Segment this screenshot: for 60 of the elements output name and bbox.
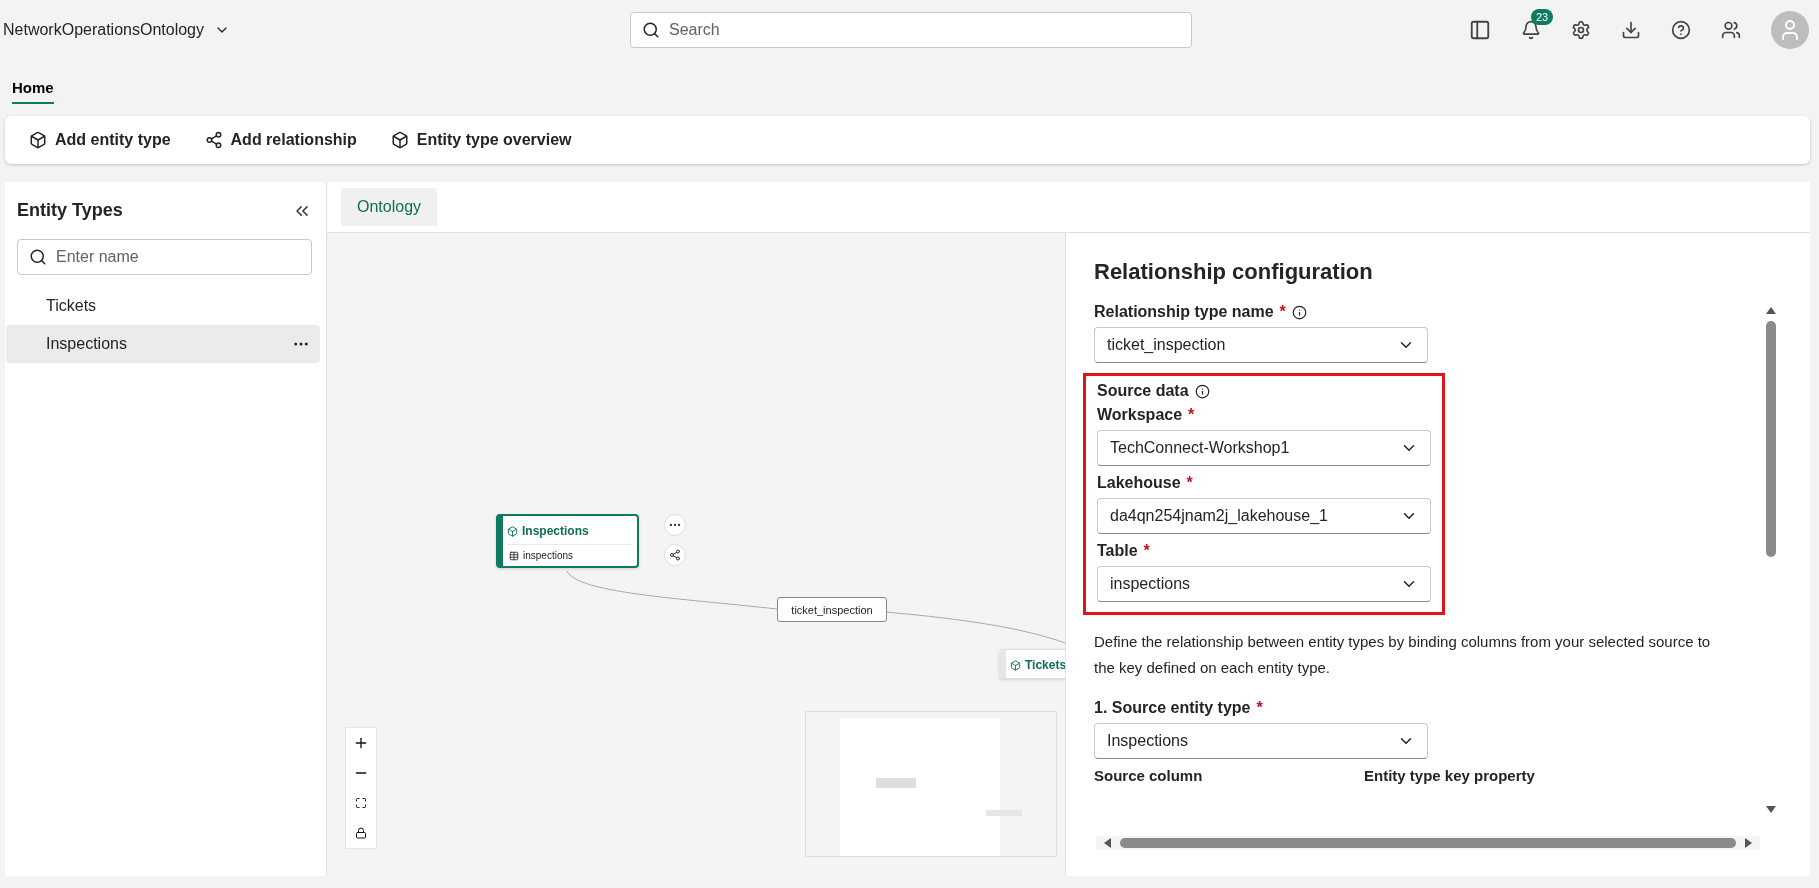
source-dropdown[interactable]: da4qn254jnam2j_lakehouse_1 <box>1097 498 1431 534</box>
source-dropdown[interactable]: TechConnect-Workshop1 <box>1097 430 1431 466</box>
scroll-right-icon[interactable] <box>1744 838 1754 848</box>
entity-dropdown[interactable]: Inspections <box>1094 723 1428 759</box>
relationship-dropdown[interactable]: ticket_inspection <box>1094 327 1428 363</box>
description-text: Define the relationship between entity types by binding columns from your selected source to the key defined on each entity type. <box>1094 632 1712 678</box>
section-label: Source data <box>1097 382 1189 400</box>
download-icon[interactable] <box>1621 20 1641 40</box>
panel-title: Relationship configuration <box>1094 259 1374 285</box>
search-field[interactable]: Search <box>630 12 1192 48</box>
required-mark: * <box>1279 303 1286 321</box>
ribbon-tab[interactable]: Home <box>12 72 54 104</box>
search-icon <box>642 21 660 39</box>
bell-icon[interactable] <box>1521 20 1541 40</box>
help-icon[interactable] <box>1671 20 1691 40</box>
notification-badge: 23 <box>1531 9 1554 25</box>
toolbar-button[interactable]: Add entity type <box>29 127 171 153</box>
search-field[interactable]: Enter name <box>17 239 312 275</box>
horizontal-scrollbar[interactable] <box>1096 836 1760 850</box>
table-icon <box>509 550 519 561</box>
entity-node[interactable]: Inspections inspections <box>496 514 639 568</box>
search-icon <box>29 248 47 266</box>
source-dropdown[interactable]: inspections <box>1097 566 1431 602</box>
required-mark: * <box>1188 406 1195 424</box>
field-label: 1. Source entity type <box>1094 699 1251 717</box>
cube-icon <box>1010 659 1021 671</box>
required-mark: * <box>1186 474 1193 492</box>
field-label: Workspace <box>1097 406 1183 424</box>
more-button[interactable] <box>664 514 686 536</box>
field-label: Table <box>1097 542 1138 560</box>
cube-icon <box>29 131 47 149</box>
graph-icon <box>204 131 223 149</box>
sidebar-item[interactable]: Inspections <box>6 325 320 363</box>
panel-icon[interactable] <box>1469 19 1491 41</box>
canvas-tab[interactable]: Ontology <box>341 188 438 226</box>
info-icon[interactable] <box>1291 304 1307 320</box>
vertical-scrollbar[interactable] <box>1764 305 1778 815</box>
field-label: Relationship type name <box>1094 303 1274 321</box>
column-header: Source column <box>1094 767 1204 784</box>
toolbar-button[interactable]: Add relationship <box>204 127 357 153</box>
cube-icon <box>507 525 518 537</box>
field-label: Lakehouse <box>1097 474 1181 492</box>
people-icon[interactable] <box>1721 20 1741 40</box>
required-mark: * <box>1143 542 1150 560</box>
scroll-left-icon[interactable] <box>1102 838 1112 848</box>
scroll-down-icon[interactable] <box>1766 805 1776 815</box>
scroll-up-icon[interactable] <box>1766 305 1776 315</box>
sidebar-item[interactable]: Tickets <box>6 287 320 325</box>
cube-icon <box>390 131 409 149</box>
toolbar-button[interactable]: Entity type overview <box>390 127 572 153</box>
entity-node[interactable]: Tickets <box>999 649 1065 679</box>
settings-icon[interactable] <box>1571 20 1591 40</box>
required-mark: * <box>1256 699 1263 717</box>
workspace-title[interactable]: NetworkOperationsOntology <box>3 21 230 39</box>
sidebar-title: Entity Types <box>17 200 123 221</box>
column-header: Entity type key property <box>1364 767 1536 784</box>
share-icon <box>669 549 681 561</box>
info-icon[interactable] <box>1194 383 1210 399</box>
edge-label[interactable]: ticket_inspection <box>777 597 887 622</box>
share-button[interactable] <box>664 544 686 566</box>
